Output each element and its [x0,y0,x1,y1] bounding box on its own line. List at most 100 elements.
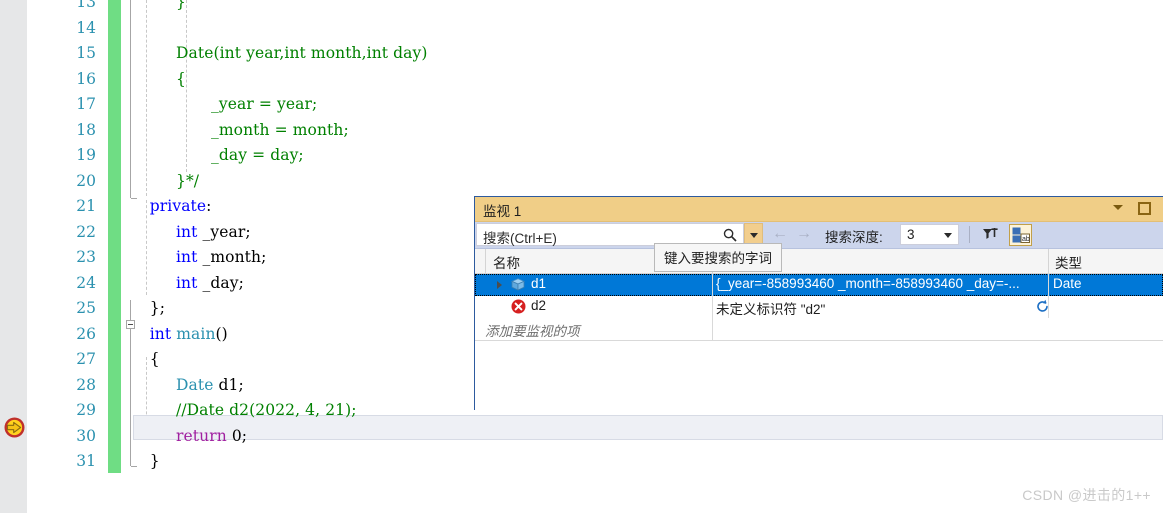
search-tooltip: 键入要搜索的字词 [654,243,782,272]
code-token: 0; [226,426,248,445]
svg-text:ab: ab [1022,236,1030,243]
watermark-label: CSDN @进击的1++ [1022,487,1151,503]
line-number: 20 [76,171,96,190]
code-line[interactable]: }*/ [176,169,199,195]
watch-row-name[interactable]: d1 [531,276,546,291]
expand-triangle-icon[interactable] [497,281,502,289]
code-line[interactable]: _year = year; [211,92,317,118]
code-token: _year = year; [211,95,318,113]
column-divider-1[interactable] [485,249,486,273]
line-number: 24 [76,273,96,292]
code-token: int [176,222,198,241]
line-number: 18 [76,120,96,139]
outlining-margin-line [130,0,131,198]
search-depth-label: 搜索深度: [825,230,883,245]
code-token: }*/ [176,171,200,190]
code-line[interactable]: int _year; [176,220,251,246]
outlining-tick-top [131,198,137,199]
line-number: 25 [76,299,96,317]
watch-add-item-placeholder: 添加要监视的项 [485,324,580,339]
watch-title-bar[interactable]: 监视 1 [475,197,1163,222]
indent-guide-1 [146,0,147,196]
code-line[interactable]: Date(int year,int month,int day) [176,41,428,67]
nav-back-icon[interactable]: ← [772,226,788,242]
search-icon[interactable] [723,228,737,242]
watch-toolbar[interactable]: 搜索(Ctrl+E) ← → 搜索深度: 3 ab [475,222,1163,249]
nav-forward-icon[interactable]: → [796,226,812,242]
pin-filter-icon[interactable] [981,226,1000,244]
code-line[interactable]: _month = month; [211,118,349,144]
line-number: 27 [76,350,96,368]
code-token: } [176,0,186,11]
code-token: _day = day; [211,146,304,164]
code-token: main [176,324,216,343]
line-number: 26 [76,324,96,343]
collapse-toggle-main[interactable] [126,320,135,329]
line-number: 28 [76,375,96,394]
code-line[interactable]: { [176,67,186,93]
code-token: Date(int year,int month,int day) [176,44,428,62]
code-line[interactable]: int _day; [176,271,244,297]
watch-grid-header[interactable]: 名称 类型 [475,249,1163,274]
watch-window[interactable]: 监视 1 搜索(Ctrl+E) ← → 搜索深度: 3 ab 键入要搜索的字词 … [474,196,1163,415]
watch-row-value[interactable]: {_year=-858993460 _month=-858993460 _day… [716,276,1046,291]
line-number: 21 [76,197,96,215]
line-number: 14 [76,18,96,37]
row-divider [712,296,713,318]
chevron-down-icon[interactable] [1113,205,1123,210]
row-divider [1048,274,1049,296]
code-token: () [215,324,228,343]
watch-rows[interactable]: d1 {_year=-858993460 _month=-858993460 _d… [475,274,1163,318]
watch-add-item-row[interactable]: 添加要监视的项 [475,318,1163,341]
code-line[interactable]: int _month; [176,245,266,271]
code-line[interactable]: //Date d2(2022, 4, 21); [176,398,357,424]
refresh-icon[interactable] [1035,299,1050,314]
execution-pointer-icon [4,417,25,438]
chevron-down-icon[interactable] [944,233,952,238]
code-line[interactable]: { [150,347,160,373]
watch-row-name[interactable]: d2 [531,298,546,313]
code-line[interactable]: }; [150,296,165,322]
line-number: 15 [76,44,96,62]
code-token: private [149,197,207,215]
watch-empty-area [475,341,1163,415]
line-number-gutter: 13 14 15 16 17 18 19 20 21 22 23 24 25 26 27 28 29 30 31 [27,0,108,513]
code-token: //Date d2(2022, 4, 21); [176,401,357,419]
code-line[interactable]: Date d1; [176,373,244,399]
row-divider [712,274,713,296]
code-token: int [176,273,198,292]
window-restore-icon[interactable] [1138,202,1151,215]
watch-row[interactable]: d2 未定义标识符 "d2" [475,296,1163,318]
code-token: _year; [197,222,251,241]
column-header-name[interactable]: 名称 [493,252,520,272]
code-token: return [176,426,227,445]
code-line[interactable]: _day = day; [211,143,304,169]
search-depth-select[interactable]: 3 [900,224,959,245]
line-number: 22 [76,222,96,241]
outlining-tick-bottom [131,466,137,467]
column-header-type[interactable]: 类型 [1055,252,1082,272]
code-line[interactable]: return 0; [176,424,247,450]
code-line[interactable]: } [150,449,160,475]
code-token: Date [176,375,214,394]
code-line[interactable]: private: [150,194,212,220]
code-token: int [149,324,172,343]
column-divider-3[interactable] [1048,249,1049,273]
toolbar-divider [969,226,970,243]
code-token: _day; [197,273,244,292]
code-line[interactable]: } [176,0,186,16]
code-token: int [176,248,198,266]
cube-icon [510,278,526,291]
search-depth-value: 3 [907,227,915,242]
watch-row[interactable]: d1 {_year=-858993460 _month=-858993460 _d… [475,274,1163,296]
line-number: 13 [76,0,96,11]
code-token: : [206,197,212,215]
line-number: 16 [76,69,96,88]
line-number: 31 [76,452,96,470]
watch-row-value[interactable]: 未定义标识符 "d2" [716,298,1046,318]
hex-display-toggle-icon[interactable]: ab [1009,224,1032,246]
change-indicator-bar [108,0,121,473]
code-token: } [149,452,160,470]
line-number: 19 [76,146,96,164]
code-line[interactable]: int main() [150,322,228,348]
